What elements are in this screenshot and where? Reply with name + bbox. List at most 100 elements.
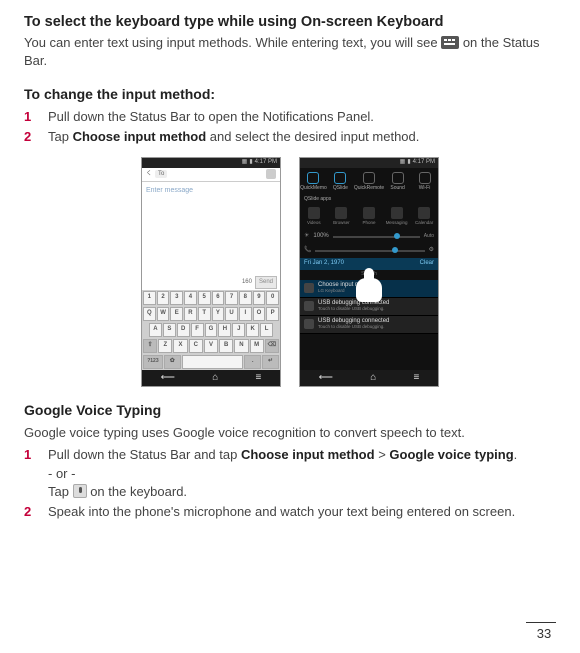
heading-change-input: To change the input method: xyxy=(24,85,556,105)
brightness-icon: ☀ xyxy=(304,232,309,240)
notif-text: USB debugging connectedTouch to disable … xyxy=(318,318,389,330)
text: . xyxy=(514,447,518,462)
recent-icon: ≡ xyxy=(256,371,262,385)
qslide-label: QSlide apps xyxy=(300,196,438,204)
step-text: Pull down the Status Bar to open the Not… xyxy=(48,108,556,126)
step-text: Tap Choose input method and select the d… xyxy=(48,128,556,146)
step-2: 2 Speak into the phone's microphone and … xyxy=(24,503,556,521)
toggle-label: Sound xyxy=(390,185,404,192)
toggle-label: QuickMemo xyxy=(300,185,327,192)
key: C xyxy=(189,339,203,353)
step-number: 2 xyxy=(24,128,34,146)
date-text: Fri Jan 2, 1970 xyxy=(304,259,344,267)
phone-screenshot-messaging: ▦ ▮ 4:17 PM く To Enter message 160 Send … xyxy=(141,157,281,387)
notif-icon xyxy=(304,319,314,329)
app-icon xyxy=(418,207,430,219)
key-enter: ↵ xyxy=(262,355,279,369)
page-number: 33 xyxy=(526,622,556,643)
heading-google-voice: Google Voice Typing xyxy=(24,401,556,421)
back-icon: く xyxy=(146,170,152,178)
key: I xyxy=(239,307,252,321)
text: You can enter text using input methods. … xyxy=(24,35,441,50)
app-icon xyxy=(363,207,375,219)
to-row: く To xyxy=(142,168,280,182)
bold-text: Google voice typing xyxy=(389,447,513,462)
counter-row: 160 Send xyxy=(142,276,280,290)
auto-label: Auto xyxy=(424,233,434,240)
app-icon xyxy=(308,207,320,219)
text: and select the desired input method. xyxy=(206,129,419,144)
key: D xyxy=(177,323,190,337)
key: R xyxy=(184,307,197,321)
toggle-icon xyxy=(307,172,319,184)
brightness-row: ☀ 100% Auto xyxy=(300,230,438,244)
key: ⇧ xyxy=(143,339,157,353)
clear-button: Clear xyxy=(420,259,434,267)
app-label: Browser xyxy=(333,220,350,226)
battery-icon: ▮ xyxy=(249,158,252,166)
clock: 4:17 PM xyxy=(413,158,435,166)
message-area: Enter message xyxy=(142,182,280,276)
status-bar: ▦ ▮ 4:17 PM xyxy=(300,158,438,168)
keyboard-row-3: ⇧ZXCVBNM⌫ xyxy=(142,338,280,354)
qslide-app: Calendar xyxy=(410,204,438,230)
text: Pull down the Status Bar and tap xyxy=(48,447,241,462)
app-label: Phone xyxy=(362,220,375,226)
notif-icon xyxy=(304,283,314,293)
steps-voice-typing: 1 Pull down the Status Bar and tap Choos… xyxy=(24,446,556,521)
or-text: - or - xyxy=(48,466,75,481)
brightness-slider xyxy=(333,236,420,238)
key: 7 xyxy=(225,291,238,305)
key: ⌫ xyxy=(265,339,279,353)
key-period: . xyxy=(244,355,261,369)
attach-icon xyxy=(266,169,276,179)
mic-icon xyxy=(73,484,87,498)
key: F xyxy=(191,323,204,337)
clock: 4:17 PM xyxy=(255,158,277,166)
step-1: 1 Pull down the Status Bar to open the N… xyxy=(24,108,556,126)
key: 1 xyxy=(143,291,156,305)
para-intro: You can enter text using input methods. … xyxy=(24,34,556,70)
key: 5 xyxy=(198,291,211,305)
key: W xyxy=(157,307,170,321)
key: N xyxy=(234,339,248,353)
bold-text: Choose input method xyxy=(241,447,375,462)
text: Tap xyxy=(48,129,73,144)
signal-icon: ▦ xyxy=(400,158,406,166)
app-label: Calendar xyxy=(415,220,433,226)
toggle-label: QSlide xyxy=(333,185,348,192)
quick-toggles: QuickMemo QSlide QuickRemote Sound Wi-Fi xyxy=(300,168,438,196)
key: U xyxy=(225,307,238,321)
key: O xyxy=(253,307,266,321)
steps-change-input: 1 Pull down the Status Bar to open the N… xyxy=(24,108,556,146)
brightness-value: 100% xyxy=(313,232,328,240)
key: 8 xyxy=(239,291,252,305)
keyboard-icon xyxy=(441,36,459,49)
key: P xyxy=(266,307,279,321)
app-icon xyxy=(335,207,347,219)
volume-icon: 📞 xyxy=(304,246,311,254)
toggle-icon xyxy=(392,172,404,184)
send-button: Send xyxy=(255,276,277,288)
qslide-app: Phone xyxy=(355,204,383,230)
step-1: 1 Pull down the Status Bar and tap Choos… xyxy=(24,446,556,501)
key: T xyxy=(198,307,211,321)
recent-icon: ≡ xyxy=(414,371,420,385)
nav-bar: ⟵ ⌂ ≡ xyxy=(142,370,280,386)
step-text: Speak into the phone's microphone and wa… xyxy=(48,503,556,521)
key: G xyxy=(205,323,218,337)
toggle: QuickRemote xyxy=(354,168,384,196)
signal-icon: ▦ xyxy=(242,158,248,166)
status-bar: ▦ ▮ 4:17 PM xyxy=(142,158,280,168)
toggle: Wi-Fi xyxy=(411,168,438,196)
nav-bar: ⟵ ⌂ ≡ xyxy=(300,370,438,386)
step-number: 1 xyxy=(24,108,34,126)
key-sym: ?123 xyxy=(143,355,163,369)
key: B xyxy=(219,339,233,353)
step-number: 1 xyxy=(24,446,34,501)
key: Q xyxy=(143,307,156,321)
phone-screenshot-notifications: ▦ ▮ 4:17 PM QuickMemo QSlide QuickRemote So… xyxy=(299,157,439,387)
to-label: To xyxy=(155,170,167,178)
key: J xyxy=(232,323,245,337)
key: 9 xyxy=(253,291,266,305)
